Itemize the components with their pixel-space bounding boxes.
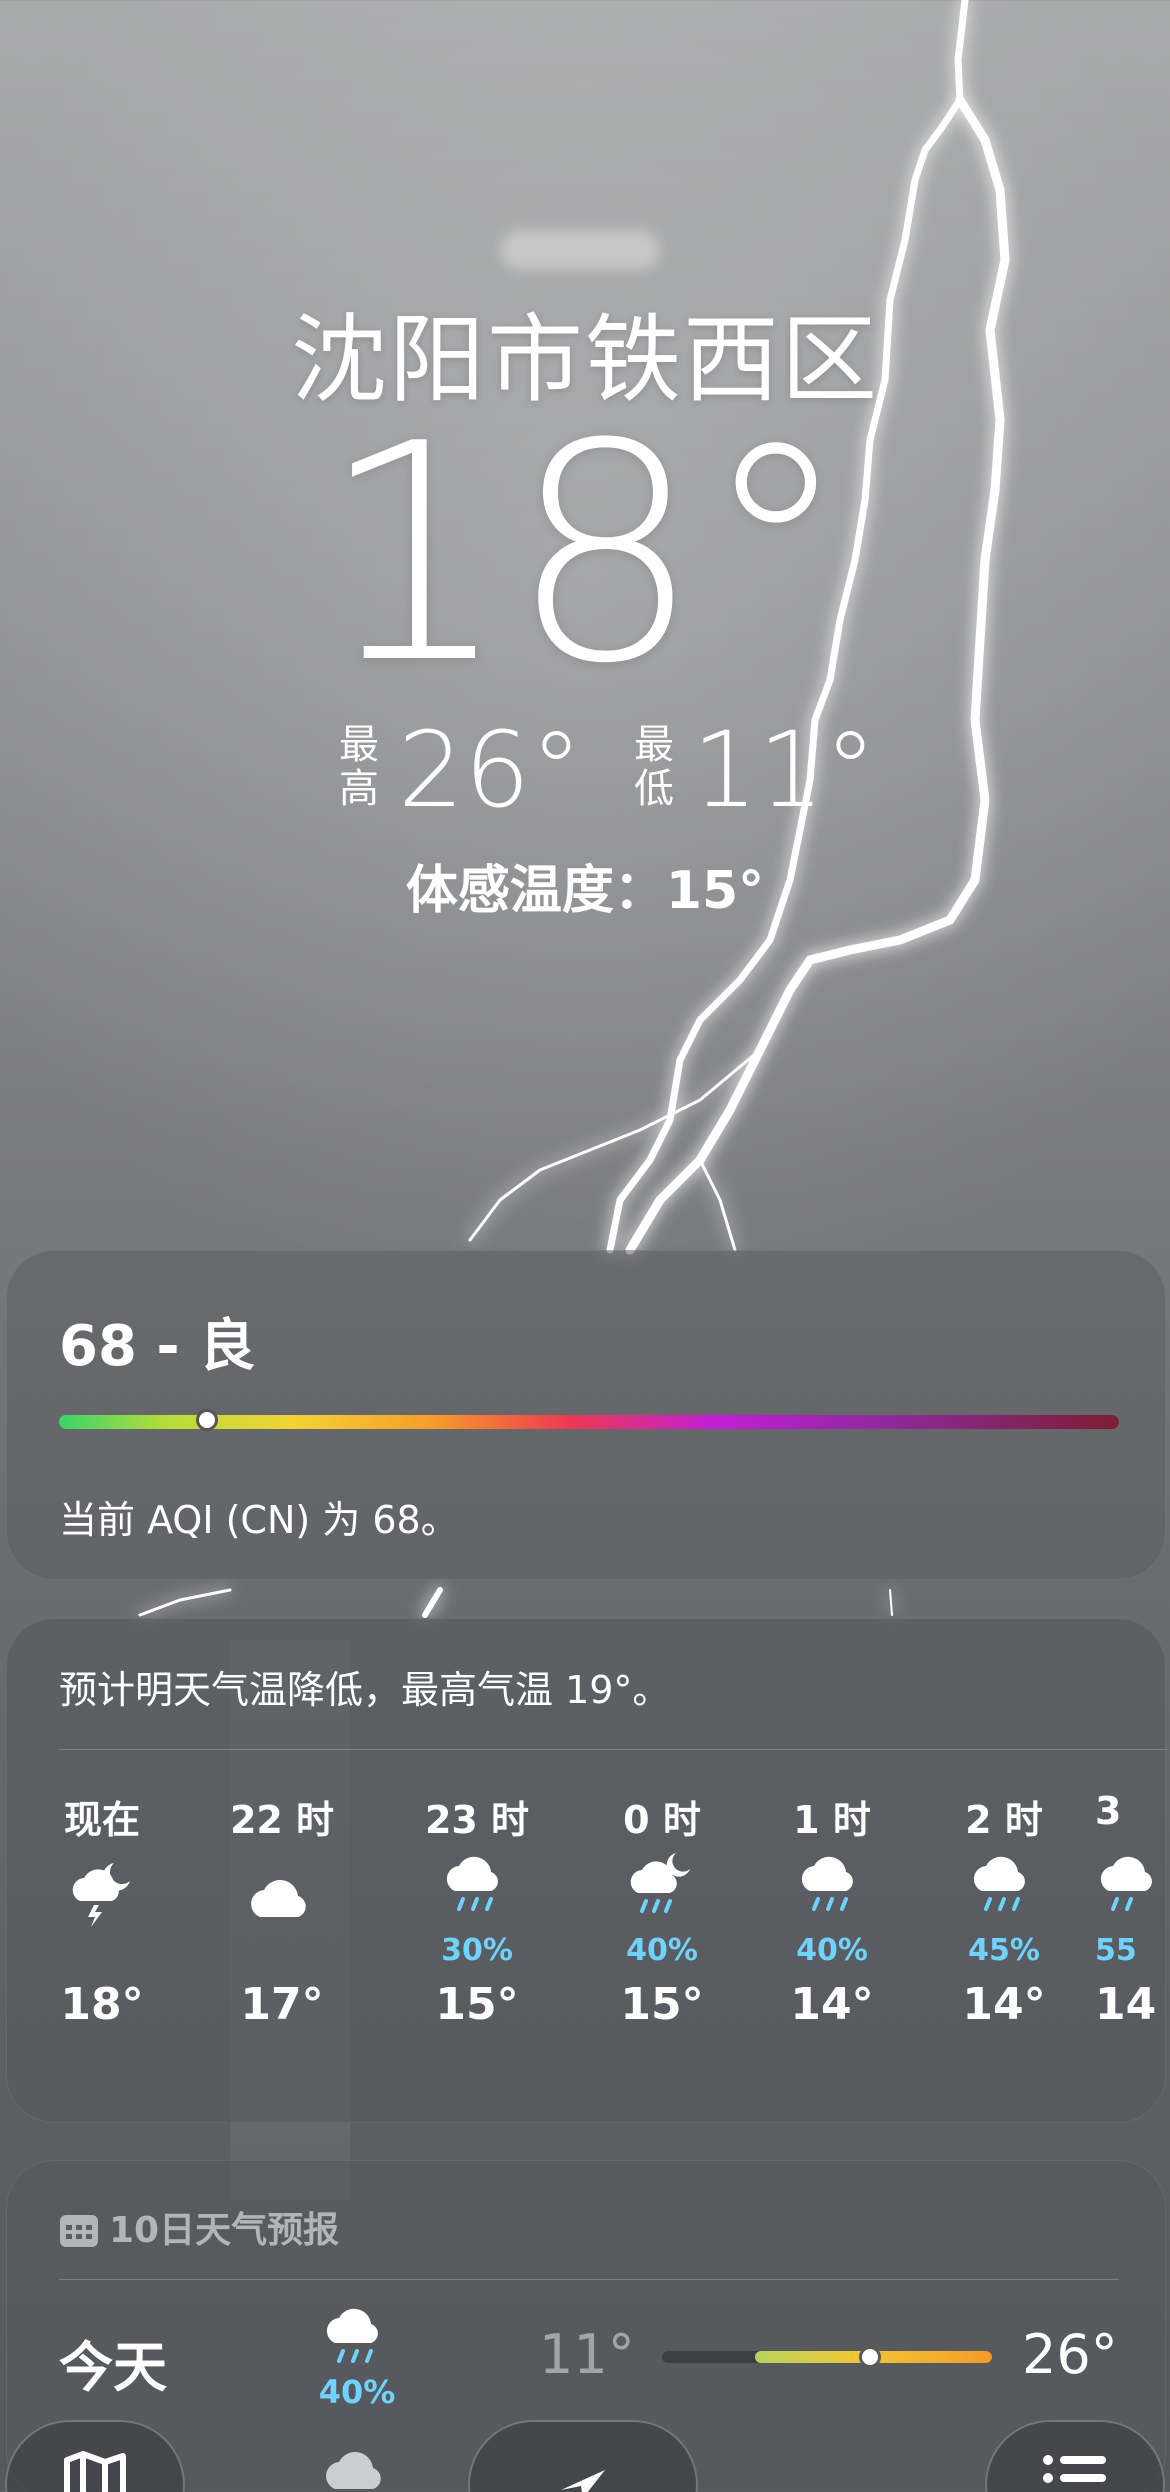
hour-time: 3 <box>1095 1789 1122 1833</box>
current-temp-marker <box>859 2346 881 2368</box>
hour-time: 2 时 <box>965 1798 1043 1842</box>
high-label: 最高 <box>339 722 379 812</box>
hour-item-partial[interactable]: 3 55 14 <box>1095 1789 1170 2109</box>
cloud-icon <box>317 2431 397 2492</box>
hour-item[interactable]: 2 时 45% 14° <box>924 1789 1084 2030</box>
hour-temp: 14° <box>790 1979 874 2030</box>
rain-cloud-icon: 55 <box>1095 1849 1170 1969</box>
hour-item[interactable]: 22 时 17° <box>202 1789 362 2030</box>
hour-item[interactable]: 1 时 40% 14° <box>752 1789 912 2030</box>
hour-temp: 15° <box>620 1979 704 2030</box>
hour-temp: 15° <box>435 1979 519 2030</box>
hour-item[interactable]: 现在 18° <box>22 1789 182 2030</box>
list-icon <box>1040 2450 1110 2492</box>
precip-chance: 55 <box>1095 1933 1137 1968</box>
rain-cloud-icon: 30% <box>397 1849 557 1969</box>
precip-chance: 40% <box>796 1933 868 1968</box>
hour-time: 现在 <box>63 1798 140 1842</box>
day-low-temp: 11° <box>539 2323 635 2386</box>
location-arrow-icon <box>553 2450 613 2492</box>
air-quality-card[interactable]: 68 - 良 当前 AQI (CN) 为 68。 <box>6 1250 1166 1580</box>
current-location-button[interactable] <box>468 2420 698 2492</box>
aqi-value: 68 - 良 <box>59 1314 256 1379</box>
hour-time: 1 时 <box>793 1798 871 1842</box>
rain-night-icon: 40% <box>582 1849 742 1969</box>
hour-item[interactable]: 0 时 40% 15° <box>582 1789 742 2030</box>
calendar-icon <box>59 2212 99 2248</box>
hour-temp: 14° <box>962 1979 1046 2030</box>
hour-time: 0 时 <box>623 1798 701 1842</box>
high-low-temps: 最高 26° 最低 11° <box>330 715 890 825</box>
current-temperature: 18° <box>319 380 851 729</box>
aqi-indicator <box>196 1409 218 1431</box>
cloud-icon <box>202 1849 362 1969</box>
divider <box>59 1749 1167 1750</box>
rain-cloud-icon: 40% <box>752 1849 912 1969</box>
hour-time: 22 时 <box>229 1798 335 1842</box>
ten-day-title: 10日天气预报 <box>109 2210 340 2251</box>
blurred-text <box>500 230 660 270</box>
ten-day-header: 10日天气预报 <box>59 2201 339 2253</box>
hour-item[interactable]: 23 时 30% 15° <box>397 1789 557 2030</box>
hour-temp: 17° <box>240 1979 324 2030</box>
aqi-scale-bar <box>59 1415 1119 1429</box>
precip-chance: 30% <box>441 1933 513 1968</box>
precip-chance: 40% <box>318 2373 396 2411</box>
day-high-temp: 26° <box>1022 2323 1118 2386</box>
hour-time: 23 时 <box>424 1798 530 1842</box>
day-name: 今天 <box>59 2336 167 2399</box>
precip-chance: 40% <box>626 1933 698 1968</box>
hour-temp: 14 <box>1095 1979 1157 2030</box>
high-temp: 26° <box>398 709 583 831</box>
divider <box>59 2279 1119 2280</box>
hourly-forecast-card[interactable]: 预计明天气温降低，最高气温 19°。 现在 18° 22 时 17° 23 时 <box>6 1618 1167 2123</box>
rain-cloud-icon <box>312 2301 402 2381</box>
map-icon <box>63 2450 127 2492</box>
forecast-summary: 预计明天气温降低，最高气温 19°。 <box>59 1668 671 1712</box>
low-label: 最低 <box>634 722 674 812</box>
precip-chance: 45% <box>968 1933 1040 1968</box>
temp-range-bar <box>662 2346 992 2368</box>
thunderstorm-night-icon <box>22 1849 182 1969</box>
low-temp: 11° <box>692 709 877 831</box>
rain-cloud-icon: 45% <box>924 1849 1084 1969</box>
feels-like-temp: 体感温度：15° <box>405 861 765 921</box>
hour-temp: 18° <box>60 1979 144 2030</box>
aqi-description: 当前 AQI (CN) 为 68。 <box>59 1498 459 1542</box>
